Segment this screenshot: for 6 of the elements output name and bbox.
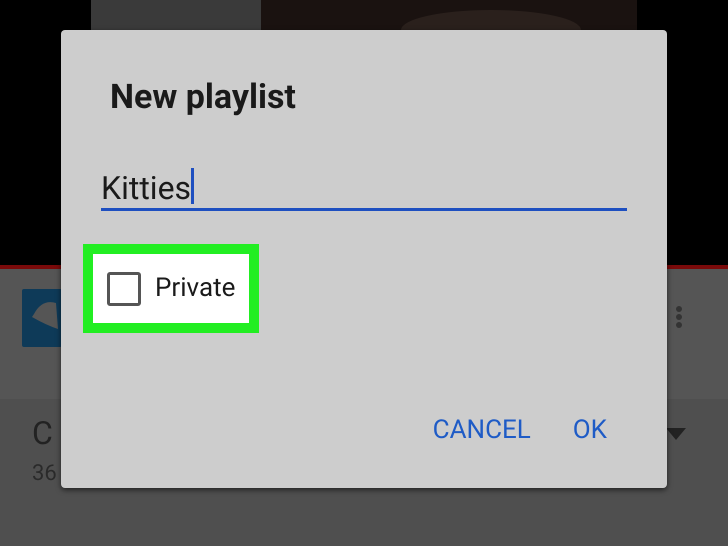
private-label: Private	[155, 272, 236, 305]
ok-button[interactable]: OK	[570, 411, 609, 450]
playlist-name-field[interactable]: Kitties	[101, 163, 627, 211]
dialog-title: New playlist	[110, 77, 296, 117]
cancel-button[interactable]: CANCEL	[430, 411, 533, 450]
field-value: Kitties	[101, 172, 192, 204]
